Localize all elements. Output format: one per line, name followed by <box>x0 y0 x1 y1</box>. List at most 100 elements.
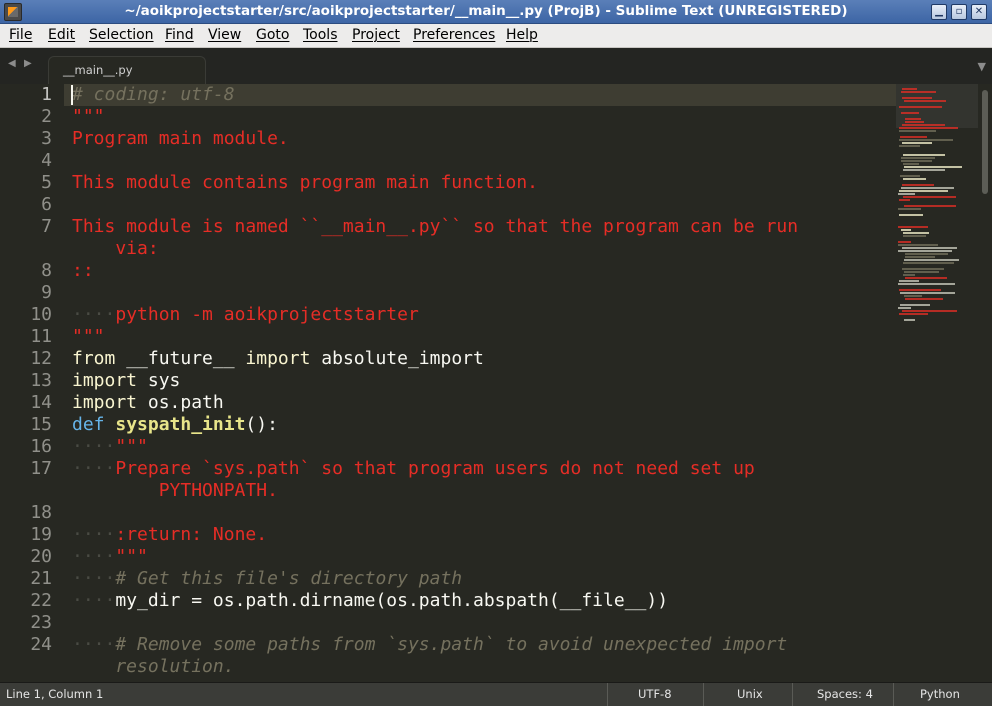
minimap-line <box>898 250 952 252</box>
minimap-line <box>898 241 911 243</box>
line-number[interactable]: 1 <box>0 84 52 106</box>
code-line-wrap[interactable]: PYTHONPATH. <box>72 480 278 502</box>
tab-forward-icon[interactable]: ▶ <box>24 58 32 69</box>
line-number[interactable]: 10 <box>0 304 52 326</box>
code-line[interactable]: ····Prepare `sys.path` so that program u… <box>72 458 755 480</box>
close-button[interactable]: ✕ <box>971 4 987 20</box>
line-number[interactable]: 15 <box>0 414 52 436</box>
code-line[interactable]: ····python -m aoikprojectstarter <box>72 304 419 326</box>
code-line-wrap[interactable]: via: <box>72 238 159 260</box>
code-line[interactable]: ····my_dir = os.path.dirname(os.path.abs… <box>72 590 668 612</box>
minimap-line <box>899 199 910 201</box>
line-number[interactable]: 16 <box>0 436 52 458</box>
code-line[interactable]: ····:return: None. <box>72 524 267 546</box>
minimap-line <box>905 118 921 120</box>
line-number[interactable]: 24 <box>0 634 52 656</box>
line-number[interactable]: 13 <box>0 370 52 392</box>
code-line[interactable]: """ <box>72 326 105 348</box>
line-number[interactable]: 5 <box>0 172 52 194</box>
vertical-scrollbar[interactable] <box>978 84 992 682</box>
code-line[interactable]: ····# Remove some paths from `sys.path` … <box>72 634 787 656</box>
indentation-selector[interactable]: Spaces: 4 <box>817 687 873 701</box>
code-line[interactable]: ····""" <box>72 546 148 568</box>
line-number[interactable]: 18 <box>0 502 52 524</box>
code-token: os.path <box>137 392 224 413</box>
code-line[interactable]: :: <box>72 260 94 282</box>
menu-selection[interactable]: Selection <box>89 27 154 43</box>
line-number[interactable]: 17 <box>0 458 52 480</box>
code-line-wrap[interactable]: resolution. <box>72 656 235 678</box>
code-token: """ <box>115 436 148 457</box>
line-endings-selector[interactable]: Unix <box>737 687 763 701</box>
text-caret <box>71 85 73 105</box>
tab-overflow-icon[interactable]: ▼ <box>978 60 986 73</box>
cursor-position: Line 1, Column 1 <box>6 687 104 701</box>
code-line[interactable]: import os.path <box>72 392 224 414</box>
line-number[interactable]: 20 <box>0 546 52 568</box>
minimap-line <box>899 280 919 282</box>
line-number[interactable]: 12 <box>0 348 52 370</box>
tab-main-py[interactable]: __main__.py <box>48 56 206 84</box>
menu-project[interactable]: Project <box>352 27 400 43</box>
line-number[interactable]: 7 <box>0 216 52 238</box>
scrollbar-thumb[interactable] <box>982 90 988 194</box>
code-token: ···· <box>72 634 116 655</box>
code-token: via: <box>72 238 159 259</box>
menu-goto[interactable]: Goto <box>256 27 289 43</box>
minimap-line <box>902 247 957 249</box>
line-number[interactable]: 19 <box>0 524 52 546</box>
code-line[interactable]: This module contains program main functi… <box>72 172 538 194</box>
code-token: resolution. <box>72 656 235 677</box>
line-number[interactable]: 23 <box>0 612 52 634</box>
menu-tools[interactable]: Tools <box>303 27 338 43</box>
minimap-line <box>900 304 930 306</box>
line-number[interactable]: 6 <box>0 194 52 216</box>
menu-view[interactable]: View <box>208 27 241 43</box>
line-number[interactable]: 9 <box>0 282 52 304</box>
code-line[interactable]: ····""" <box>72 436 148 458</box>
line-number[interactable]: 11 <box>0 326 52 348</box>
status-divider <box>893 683 894 706</box>
syntax-selector[interactable]: Python <box>920 687 960 701</box>
encoding-selector[interactable]: UTF-8 <box>638 687 672 701</box>
minimap-line <box>903 169 945 171</box>
editor[interactable]: 1 2 3 4 5 6 7 8 9 10 11 12 13 14 15 16 17 18 19 20 21 22 23 24 … <box>0 84 992 682</box>
line-number-gutter[interactable]: 1 2 3 4 5 6 7 8 9 10 11 12 13 14 15 16 17 18 19 20 21 22 23 24 <box>0 84 64 682</box>
code-token: Program main module. <box>72 128 289 149</box>
line-number[interactable]: 3 <box>0 128 52 150</box>
code-token: (): <box>245 414 278 435</box>
code-line[interactable]: # coding: utf-8 <box>72 84 235 106</box>
line-number[interactable]: 4 <box>0 150 52 172</box>
minimize-button[interactable]: ▁ <box>931 4 947 20</box>
minimap-line <box>901 187 954 189</box>
minimap-line <box>899 190 948 192</box>
menu-file[interactable]: File <box>9 27 32 43</box>
line-number[interactable]: 8 <box>0 260 52 282</box>
minimap-line <box>901 157 935 159</box>
line-number[interactable]: 14 <box>0 392 52 414</box>
menu-edit[interactable]: Edit <box>48 27 75 43</box>
code-line[interactable]: Program main module. <box>72 128 289 150</box>
line-number[interactable]: 21 <box>0 568 52 590</box>
line-number[interactable]: 2 <box>0 106 52 128</box>
maximize-button[interactable]: ▫ <box>951 4 967 20</box>
minimap-line <box>899 145 920 147</box>
code-token: PYTHONPATH. <box>72 480 278 501</box>
minimap-line <box>905 298 943 300</box>
code-line[interactable]: def syspath_init(): <box>72 414 278 436</box>
menu-preferences[interactable]: Preferences <box>413 27 495 43</box>
code-line[interactable]: import sys <box>72 370 180 392</box>
minimap-line <box>898 244 938 246</box>
minimap[interactable] <box>896 84 978 682</box>
menu-help[interactable]: Help <box>506 27 538 43</box>
code-line[interactable]: This module is named ``__main__.py`` so … <box>72 216 798 238</box>
tab-back-icon[interactable]: ◀ <box>8 58 16 69</box>
code-line[interactable]: ····# Get this file's directory path <box>72 568 462 590</box>
code-line[interactable]: """ <box>72 106 105 128</box>
menu-find[interactable]: Find <box>165 27 194 43</box>
tab-bar: ◀ ▶ __main__.py ▼ <box>0 48 992 84</box>
minimap-line <box>903 154 945 156</box>
code-line[interactable]: from __future__ import absolute_import <box>72 348 484 370</box>
line-number[interactable]: 22 <box>0 590 52 612</box>
sublime-app-icon[interactable] <box>4 3 22 21</box>
